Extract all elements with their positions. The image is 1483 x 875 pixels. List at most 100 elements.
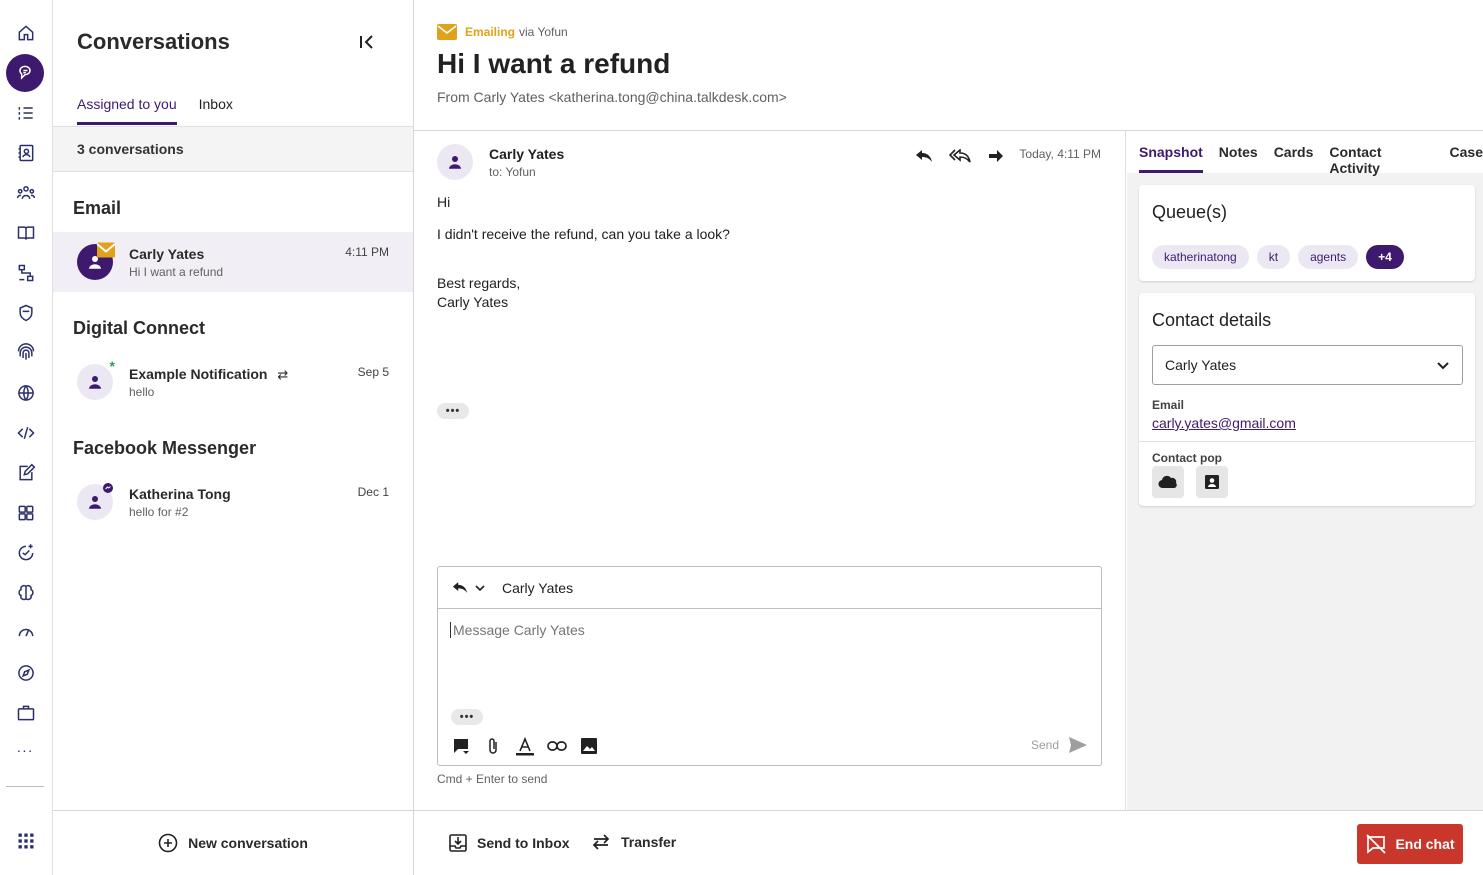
send-to-inbox-button[interactable]: Send to Inbox xyxy=(449,834,570,852)
conversation-name: Example Notification ⇄ xyxy=(129,366,288,383)
end-chat-button[interactable]: End chat xyxy=(1357,824,1463,864)
section-title-facebook-messenger: Facebook Messenger xyxy=(73,438,257,458)
contact-select[interactable]: Carly Yates xyxy=(1152,345,1463,385)
message-line: Carly Yates xyxy=(437,294,509,310)
message-actions xyxy=(912,144,1008,168)
link-icon[interactable] xyxy=(546,735,568,757)
send-label: Send xyxy=(1030,738,1059,752)
conversations-icon[interactable] xyxy=(6,54,44,92)
tab-snapshot[interactable]: Snapshot xyxy=(1139,131,1203,173)
briefcase-icon[interactable] xyxy=(7,695,45,731)
message-input[interactable] xyxy=(450,622,1090,638)
avatar xyxy=(437,144,473,180)
bottom-action-bar: Send to Inbox Transfer End chat xyxy=(414,810,1483,875)
speedometer-icon[interactable] xyxy=(7,614,45,650)
section-title-digital-connect: Digital Connect xyxy=(73,318,206,338)
apps-grid-icon[interactable] xyxy=(7,495,45,531)
tab-contact-activity[interactable]: Contact Activity xyxy=(1329,131,1433,176)
text-format-icon[interactable] xyxy=(514,735,536,757)
transfer-icon xyxy=(592,834,610,850)
conversation-preview: hello for #2 xyxy=(129,505,189,519)
show-trimmed-content-button[interactable]: ••• xyxy=(437,403,469,419)
queues-card: Queue(s) katherinatong kt agents +4 xyxy=(1139,185,1475,281)
fingerprint-icon[interactable] xyxy=(7,335,45,371)
contact-email-link[interactable]: carly.yates@gmail.com xyxy=(1152,415,1296,431)
composer-header: Carly Yates xyxy=(438,567,1101,609)
send-icon xyxy=(1069,737,1087,753)
end-chat-label: End chat xyxy=(1395,836,1455,852)
conversation-count-bar: 3 conversations xyxy=(53,127,413,172)
tab-notes[interactable]: Notes xyxy=(1219,131,1258,173)
channel-label: Emailing xyxy=(465,25,516,39)
queue-chip: kt xyxy=(1256,245,1291,269)
asterisk-icon: * xyxy=(109,358,115,374)
contact-details-card: Contact details Carly Yates Email carly.… xyxy=(1139,293,1475,506)
edit-icon[interactable] xyxy=(7,455,45,491)
card-divider xyxy=(1139,441,1475,442)
person-icon xyxy=(89,376,101,389)
conversation-item[interactable]: * Example Notification ⇄ hello Sep 5 xyxy=(53,352,413,412)
message-time: Today, 4:11 PM xyxy=(1019,147,1101,161)
inbox-icon xyxy=(449,834,467,852)
reply-icon[interactable] xyxy=(912,144,936,168)
book-icon[interactable] xyxy=(7,215,45,251)
image-icon[interactable] xyxy=(578,735,600,757)
code-icon[interactable] xyxy=(7,415,45,451)
brain-icon[interactable] xyxy=(7,575,45,611)
transfer-icon: ⇄ xyxy=(277,367,289,382)
person-icon xyxy=(89,496,101,509)
conversation-item[interactable]: Carly Yates Hi I want a refund 4:11 PM xyxy=(53,232,413,292)
app-launcher-icon[interactable] xyxy=(7,823,45,859)
compass-icon[interactable] xyxy=(7,655,45,691)
reply-all-icon[interactable] xyxy=(948,144,972,168)
main-area: Emailing via Yofun Hi I want a refund Fr… xyxy=(414,0,1483,875)
channel-line: Emailing via Yofun xyxy=(437,24,568,40)
team-icon[interactable] xyxy=(7,175,45,211)
composer-recipient: Carly Yates xyxy=(502,579,574,596)
section-title-email: Email xyxy=(73,198,122,218)
message-line: Best regards, xyxy=(437,275,521,291)
new-conversation-button[interactable]: New conversation xyxy=(53,810,413,875)
message-body: Hi I didn't receive the refund, can you … xyxy=(437,193,730,312)
email-subject: Hi I want a refund xyxy=(437,48,671,79)
tab-cards[interactable]: Cards xyxy=(1274,131,1314,173)
tab-inbox[interactable]: Inbox xyxy=(199,96,233,125)
forward-icon[interactable] xyxy=(984,144,1008,168)
send-shortcut-hint: Cmd + Enter to send xyxy=(437,772,548,786)
globe-icon[interactable] xyxy=(7,375,45,411)
tab-case[interactable]: Case xyxy=(1450,131,1483,173)
side-panel-tabs: Snapshot Notes Cards Contact Activity Ca… xyxy=(1127,131,1483,176)
conversations-panel: Conversations Assigned to you Inbox 3 co… xyxy=(53,0,414,875)
contact-card-button[interactable] xyxy=(1196,466,1228,498)
transfer-label: Transfer xyxy=(621,834,677,850)
transfer-button[interactable]: Transfer xyxy=(591,834,676,850)
conversation-preview: hello xyxy=(129,385,155,399)
cloud-icon xyxy=(1158,475,1177,489)
ai-brain-icon[interactable] xyxy=(7,535,45,571)
tab-assigned-to-you[interactable]: Assigned to you xyxy=(77,96,177,125)
send-button[interactable]: Send xyxy=(1031,737,1087,753)
shield-icon[interactable] xyxy=(7,295,45,331)
flow-icon[interactable] xyxy=(7,255,45,291)
conversation-item[interactable]: Katherina Tong hello for #2 Dec 1 xyxy=(53,472,413,532)
collapse-panel-icon[interactable] xyxy=(355,30,379,54)
chevron-down-icon[interactable] xyxy=(474,582,486,594)
conversation-name: Katherina Tong xyxy=(129,486,231,502)
conversation-time: Sep 5 xyxy=(357,365,389,379)
more-icon[interactable]: ··· xyxy=(0,742,50,758)
app-root: ··· Conversations Assigned to you Inbox … xyxy=(0,0,1483,875)
show-trimmed-content-button[interactable]: ••• xyxy=(451,709,483,725)
attachment-icon[interactable] xyxy=(482,735,504,757)
more-queues-chip[interactable]: +4 xyxy=(1366,245,1404,269)
contacts-icon[interactable] xyxy=(7,135,45,171)
conversation-name-text: Example Notification xyxy=(129,366,268,382)
email-label: Email xyxy=(1152,398,1185,412)
reply-icon[interactable] xyxy=(452,581,468,594)
salesforce-button[interactable] xyxy=(1152,466,1184,498)
canned-response-icon[interactable] xyxy=(450,735,472,757)
conversation-name: Carly Yates xyxy=(129,246,205,262)
avatar xyxy=(77,483,113,520)
home-icon[interactable] xyxy=(7,15,45,51)
list-icon[interactable] xyxy=(7,95,45,131)
conversation-count: 3 conversations xyxy=(77,141,184,157)
